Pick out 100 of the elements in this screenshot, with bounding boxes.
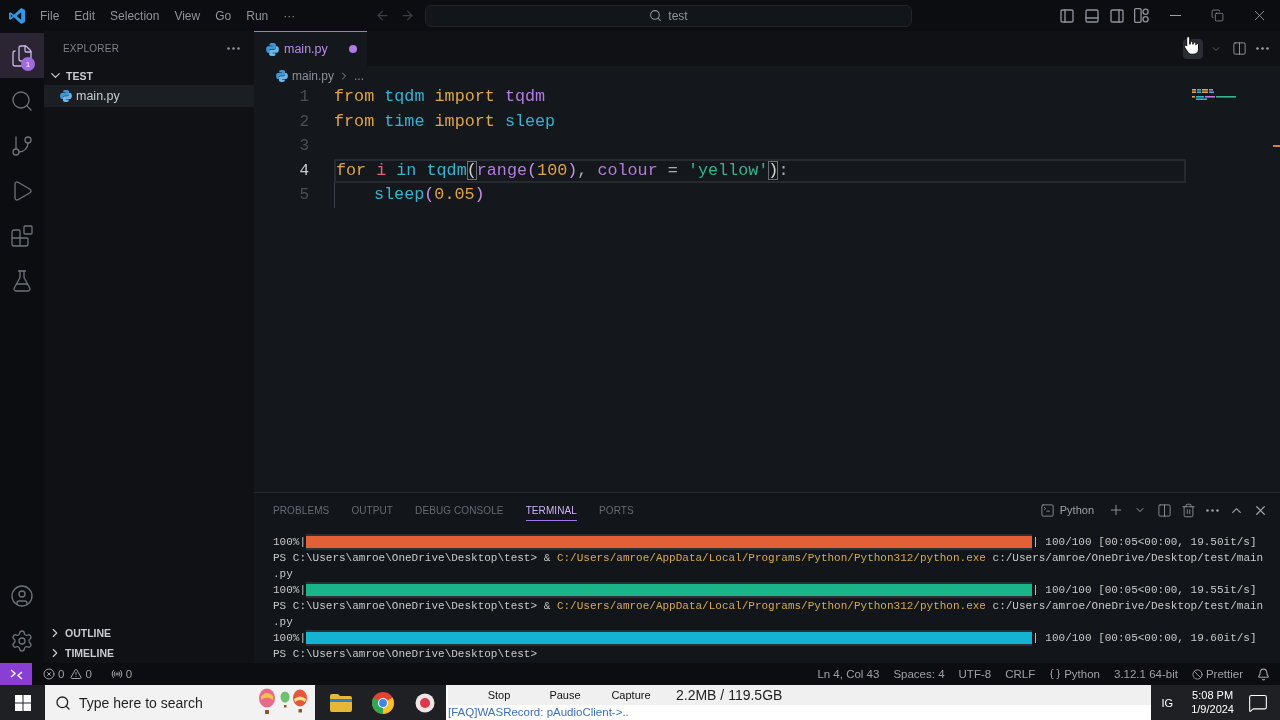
python-file-icon xyxy=(266,42,279,56)
braces-icon xyxy=(1049,668,1062,680)
restore-icon xyxy=(1210,9,1224,22)
line-number: 1 xyxy=(299,87,309,108)
warning-icon xyxy=(70,668,83,680)
browser-icon xyxy=(372,691,394,714)
status-item[interactable]: UTF-8 xyxy=(951,663,999,685)
clock-time: 5:08 PM xyxy=(1192,689,1234,702)
search-icon xyxy=(10,88,34,113)
terminal-output-line: .py xyxy=(273,615,293,630)
windows-logo-icon xyxy=(14,694,31,711)
panel-tab[interactable]: OUTPUT xyxy=(351,499,394,521)
broadcast-icon xyxy=(110,668,123,680)
status-item[interactable]: Python xyxy=(1042,663,1107,685)
breadcrumb-item[interactable]: main.py xyxy=(292,68,335,83)
split-icon xyxy=(1231,41,1247,56)
files-icon xyxy=(10,43,34,68)
recorder-stats: 2.2MB / 119.5GB xyxy=(676,687,783,703)
search-icon xyxy=(55,694,71,711)
recorder-button[interactable]: Pause xyxy=(532,689,598,701)
panel-tab[interactable]: PROBLEMS xyxy=(273,499,330,521)
more-icon xyxy=(1255,47,1269,50)
menu-item[interactable]: ··· xyxy=(283,4,296,27)
code-line: from tqdm import tqdm xyxy=(334,86,546,108)
clock-date: 1/9/2024 xyxy=(1191,703,1234,716)
blocks-icon xyxy=(10,223,34,248)
hand-pointer-icon xyxy=(1184,36,1199,55)
sidebar-title: EXPLORER xyxy=(63,43,120,54)
menu-item[interactable]: Edit xyxy=(74,4,96,27)
account-icon xyxy=(10,583,34,608)
more-icon xyxy=(1205,508,1219,512)
panel-right-icon xyxy=(1108,7,1125,24)
terminal-prompt-line: PS C:\Users\amroe\OneDrive\Desktop\test> xyxy=(273,647,538,662)
split-icon xyxy=(1156,502,1172,518)
more-actions-button[interactable] xyxy=(227,47,240,50)
notification-icon[interactable] xyxy=(1248,692,1268,713)
progress-percent: 100%| xyxy=(273,535,306,550)
remote-icon xyxy=(9,668,23,680)
minimize-icon xyxy=(1169,14,1181,17)
menu-item[interactable]: Selection xyxy=(110,4,160,27)
ban-icon xyxy=(1191,668,1203,680)
menu-item[interactable]: File xyxy=(40,4,60,27)
section-header[interactable]: TIMELINE xyxy=(44,643,114,663)
menu-item[interactable]: View xyxy=(174,4,201,27)
menu-item[interactable]: Run xyxy=(246,4,269,27)
section-header[interactable]: OUTLINE xyxy=(44,623,112,643)
layout-icon xyxy=(1134,8,1149,23)
terminal-profile-button[interactable]: Python xyxy=(1039,502,1094,518)
panel-left-icon xyxy=(1058,7,1075,24)
settings-icon xyxy=(10,628,34,653)
code-line: from time import sleep xyxy=(334,110,556,133)
status-item[interactable]: Spaces: 4 xyxy=(886,663,952,685)
problems-button[interactable]: 0 0 xyxy=(36,663,99,685)
recorder-button[interactable]: Stop xyxy=(466,689,532,701)
ruler-mark-icon xyxy=(1273,145,1280,147)
python-file-icon xyxy=(276,69,288,82)
terminal-output-line: .py xyxy=(273,567,293,582)
explorer-button[interactable]: 1 xyxy=(0,33,44,78)
app-logo-icon xyxy=(8,7,25,24)
trash-icon xyxy=(1180,502,1196,518)
terminal-icon xyxy=(1039,502,1055,518)
notification-badge: 1 xyxy=(21,57,35,71)
folder-header[interactable]: TEST xyxy=(44,66,93,85)
search-input[interactable]: Type here to search xyxy=(79,694,249,711)
status-item[interactable]: Ln 4, Col 43 xyxy=(810,663,887,685)
ports-button[interactable]: 0 xyxy=(103,663,140,685)
status-item[interactable]: Prettier xyxy=(1184,663,1250,685)
terminal-command-line: PS C:\Users\amroe\OneDrive\Desktop\test> & C:/Users/amroe/AppData/Local/Programs/Python/Python312/python.exe c:/Users/amroe/OneDrive/Desktop/test/main xyxy=(273,551,1264,566)
line-number: 5 xyxy=(299,185,309,206)
bell-icon xyxy=(1257,667,1270,681)
minimap-drawing xyxy=(1192,89,1236,100)
round-app-icon xyxy=(415,692,435,713)
progress-stats: | 100/100 [00:05<00:00, 19.55it/s] xyxy=(1032,583,1257,598)
terminal-command-line: PS C:\Users\amroe\OneDrive\Desktop\test> & C:/Users/amroe/AppData/Local/Programs/Python/Python312/python.exe c:/Users/amroe/OneDrive/Desktop/test/main xyxy=(273,599,1264,614)
panel-bottom-icon xyxy=(1083,7,1100,24)
line-number: 3 xyxy=(299,136,309,157)
tree-item[interactable]: main.py xyxy=(44,85,254,107)
flask-icon xyxy=(10,268,34,293)
plus-icon xyxy=(1108,502,1124,518)
progress-stats: | 100/100 [00:05<00:00, 19.60it/s] xyxy=(1032,631,1257,646)
progress-percent: 100%| xyxy=(273,631,306,646)
panel-tab[interactable]: TERMINAL xyxy=(525,499,577,521)
status-item[interactable]: 3.12.1 64-bit xyxy=(1107,663,1185,685)
arrow-right-icon xyxy=(400,8,415,23)
menu-item[interactable]: Go xyxy=(215,4,232,27)
python-file-icon xyxy=(60,90,72,102)
status-item[interactable]: CRLF xyxy=(998,663,1043,685)
progress-percent: 100%| xyxy=(273,583,306,598)
more-icon xyxy=(227,47,240,50)
breadcrumb-item[interactable]: ... xyxy=(354,68,365,83)
command-center-button[interactable]: test xyxy=(425,4,912,27)
editor-tab[interactable]: main.py xyxy=(254,31,367,66)
language-indicator[interactable]: IG xyxy=(1161,696,1174,709)
remote-button[interactable] xyxy=(0,663,32,685)
line-number: 4 xyxy=(299,160,309,182)
error-icon xyxy=(43,668,55,680)
recorder-button[interactable]: Capture xyxy=(598,689,664,701)
search-icon xyxy=(649,9,663,22)
taskbar-search-field[interactable]: Type here to search xyxy=(45,685,315,720)
recorder-log: [FAQ]WASRecord: pAudioClient->.. xyxy=(448,705,630,720)
